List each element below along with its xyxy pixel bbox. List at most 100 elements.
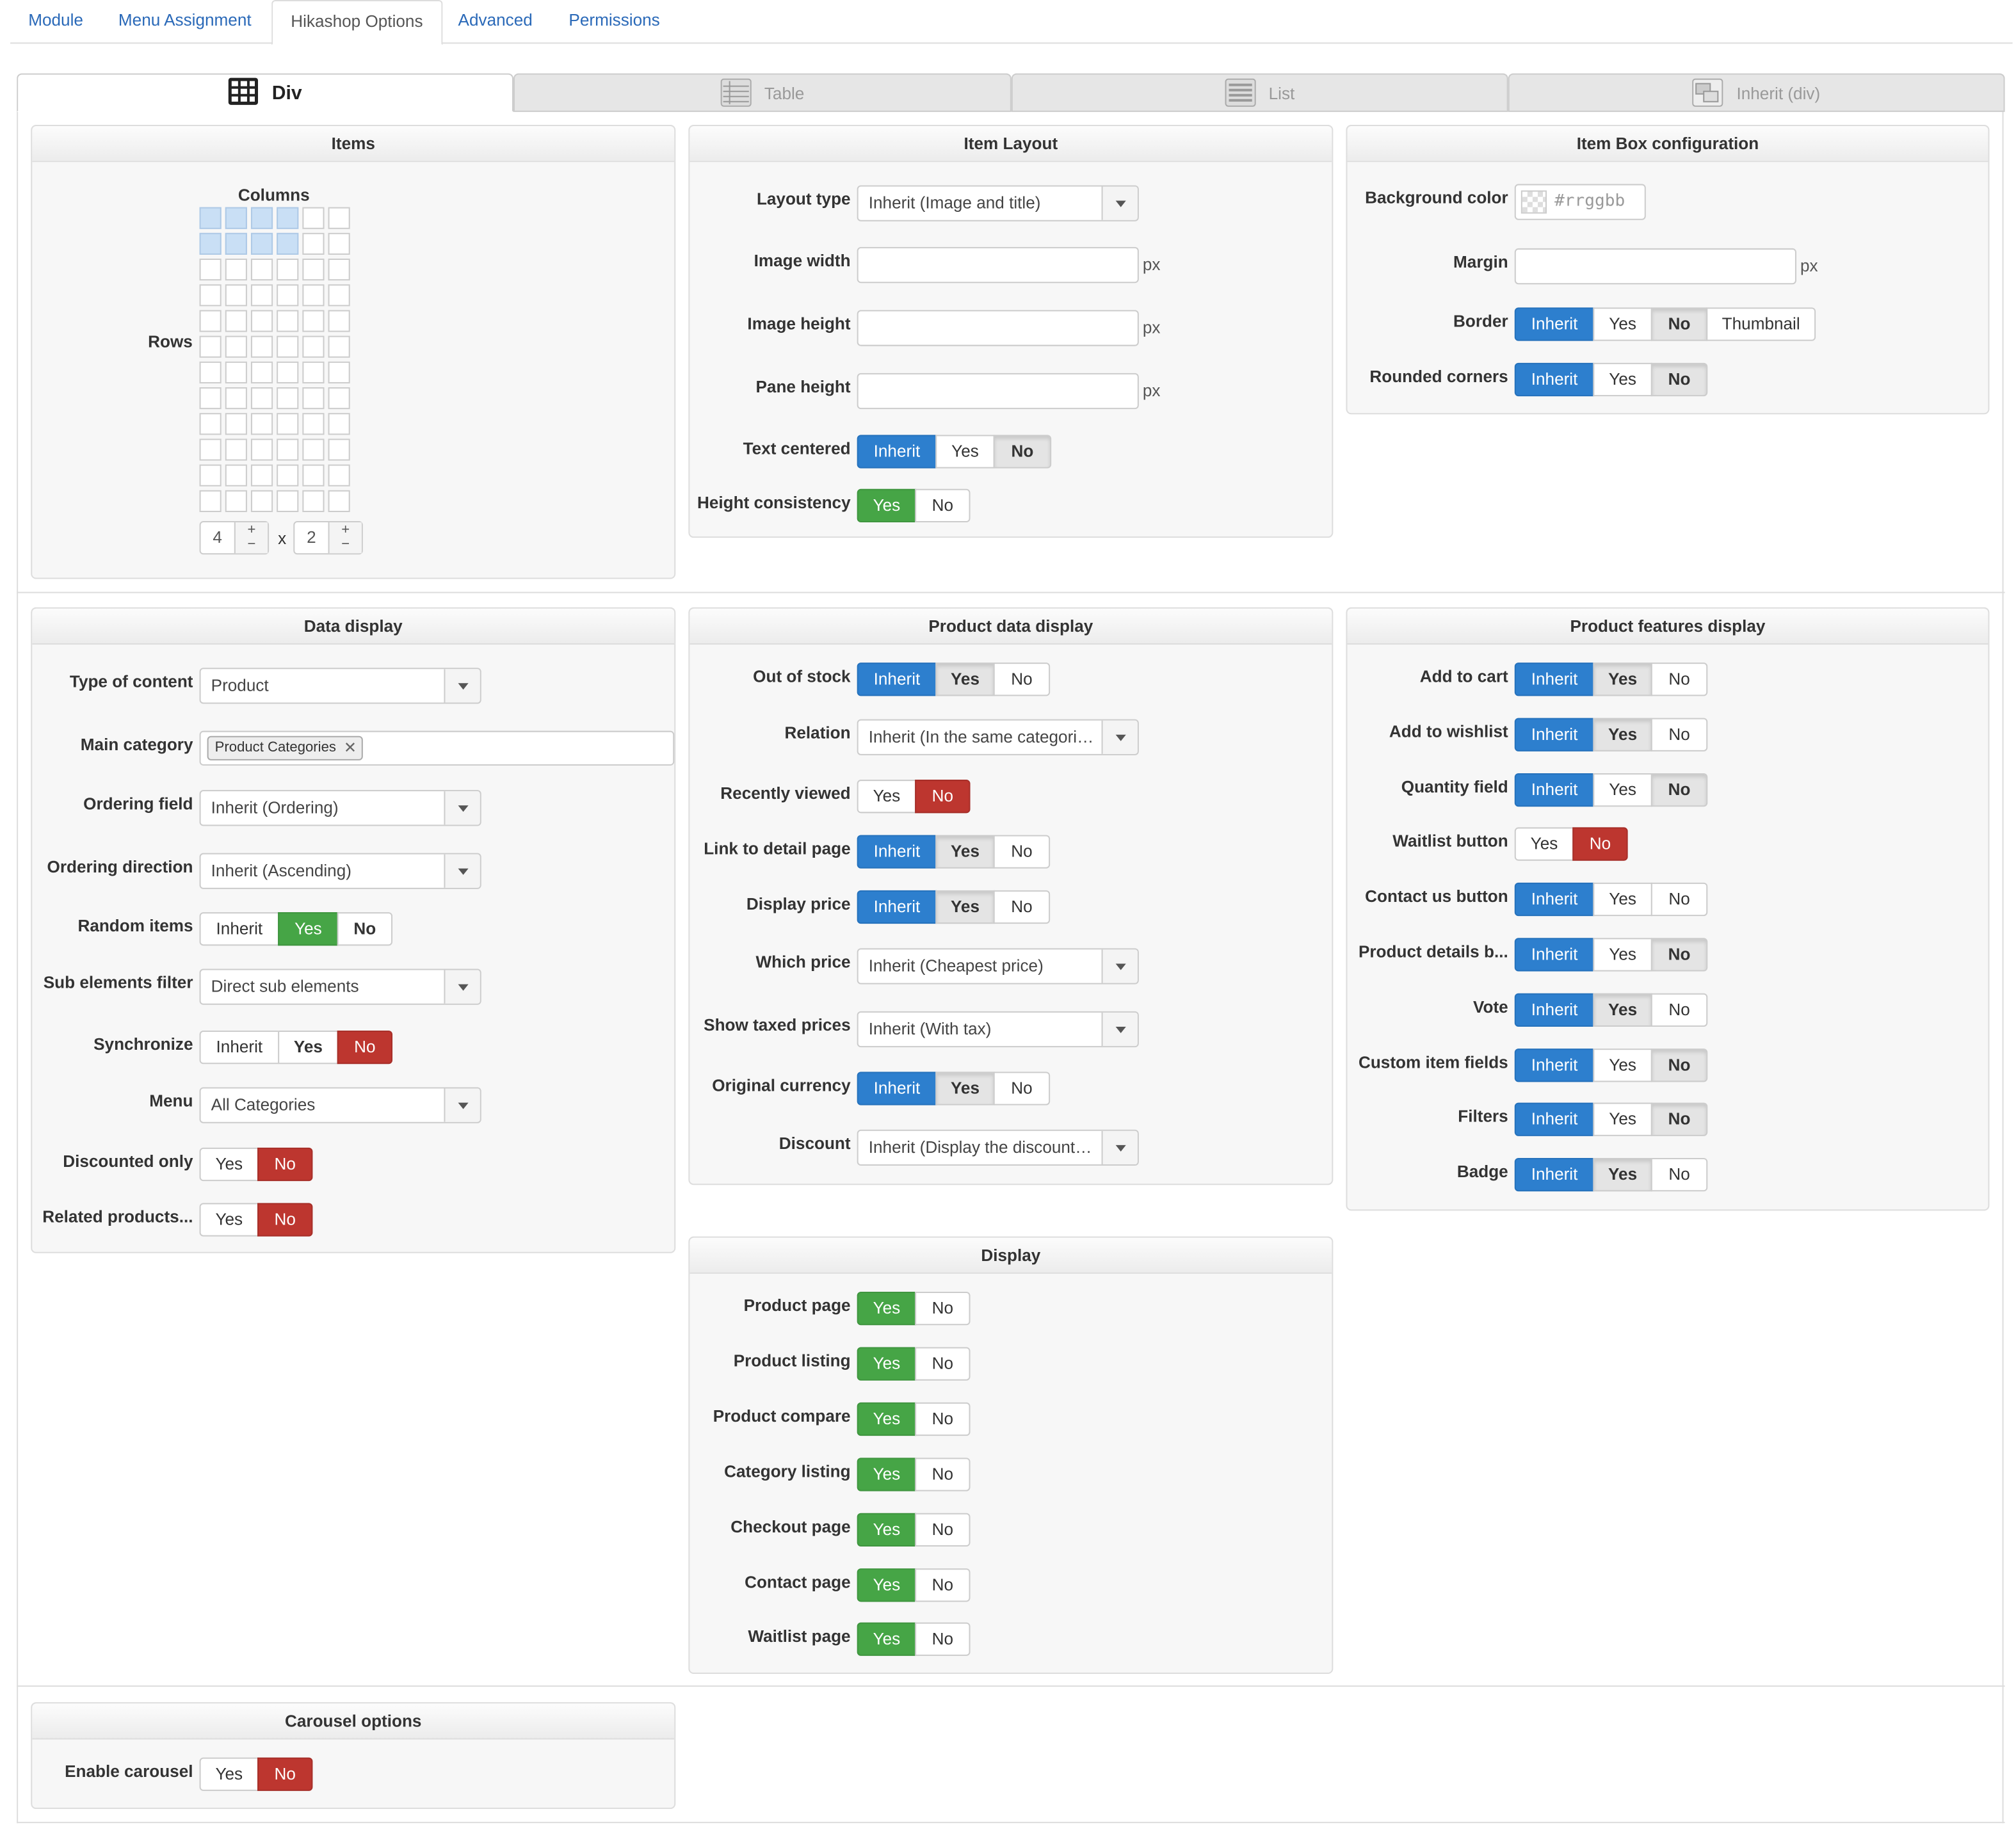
grid-cell[interactable] [277, 490, 299, 512]
grid-cell[interactable] [277, 284, 299, 307]
no-option[interactable]: No [993, 1072, 1051, 1105]
layout-tab-div[interactable]: Div [17, 73, 513, 112]
grid-cell[interactable] [199, 207, 222, 229]
yes-option[interactable]: Yes [857, 488, 917, 523]
no-option[interactable]: No [1650, 1158, 1708, 1192]
grid-cell[interactable] [225, 490, 247, 512]
image-width-input[interactable] [857, 246, 1139, 284]
yes-option[interactable]: Yes [857, 1513, 917, 1547]
sub-elements-filter-select[interactable]: Direct sub elements [199, 968, 481, 1005]
minus-icon[interactable]: − [247, 536, 255, 552]
grid-cell[interactable] [250, 413, 273, 435]
no-option[interactable]: No [1650, 938, 1708, 972]
grid-cell[interactable] [302, 413, 325, 435]
grid-cell[interactable] [328, 284, 350, 307]
grid-cell[interactable] [277, 361, 299, 383]
no-option[interactable]: No [915, 1568, 971, 1602]
yes-option[interactable]: Yes [857, 1458, 917, 1491]
inherit-option[interactable]: Inherit [1514, 718, 1595, 751]
layout-tab-inherit[interactable]: Inherit (div) [1508, 73, 2005, 112]
no-option[interactable]: No [915, 1347, 971, 1381]
tab-module[interactable]: Module [10, 0, 101, 44]
grid-cell[interactable] [199, 490, 222, 512]
tab-hikashop-options[interactable]: Hikashop Options [271, 0, 442, 45]
yes-option[interactable]: Yes [1593, 1049, 1652, 1082]
grid-cell[interactable] [328, 335, 350, 358]
no-option[interactable]: No [993, 890, 1051, 924]
grid-cell[interactable] [277, 259, 299, 281]
no-option[interactable]: No [915, 488, 971, 523]
inherit-option[interactable]: Inherit [1514, 1102, 1595, 1136]
grid-cell[interactable] [199, 259, 222, 281]
grid-cell[interactable] [302, 387, 325, 410]
grid-cell[interactable] [302, 438, 325, 461]
yes-option[interactable]: Yes [1593, 1102, 1652, 1136]
grid-cell[interactable] [302, 232, 325, 255]
ordering-direction-select[interactable]: Inherit (Ascending) [199, 853, 481, 889]
grid-cell[interactable] [250, 259, 273, 281]
grid-cell[interactable] [250, 284, 273, 307]
inherit-option[interactable]: Inherit [1514, 773, 1595, 807]
grid-cell[interactable] [328, 310, 350, 332]
yes-option[interactable]: Yes [857, 1568, 917, 1602]
grid-cell[interactable] [277, 413, 299, 435]
grid-cell[interactable] [225, 413, 247, 435]
grid-cell[interactable] [250, 361, 273, 383]
yes-option[interactable]: Yes [1593, 773, 1652, 807]
type-of-content-select[interactable]: Product [199, 668, 481, 704]
yes-option[interactable]: Yes [935, 835, 995, 869]
grid-cell[interactable] [302, 310, 325, 332]
inherit-option[interactable]: Inherit [1514, 882, 1595, 917]
yes-option[interactable]: Yes [1593, 307, 1652, 341]
plus-icon[interactable]: + [341, 522, 350, 538]
grid-cell[interactable] [250, 310, 273, 332]
grid-cell[interactable] [328, 259, 350, 281]
image-height-input[interactable] [857, 310, 1139, 346]
grid-cell[interactable] [302, 284, 325, 307]
grid-cell[interactable] [302, 490, 325, 512]
grid-cell[interactable] [199, 387, 222, 410]
no-option[interactable]: No [257, 1203, 313, 1237]
main-category-input[interactable]: Product Categories ✕ [199, 730, 675, 766]
yes-option[interactable]: Yes [1593, 938, 1652, 972]
grid-cell[interactable] [328, 438, 350, 461]
grid-cell[interactable] [328, 490, 350, 512]
no-option[interactable]: No [257, 1147, 313, 1182]
inherit-option[interactable]: Inherit [1514, 993, 1595, 1027]
ordering-field-select[interactable]: Inherit (Ordering) [199, 790, 481, 826]
yes-option[interactable]: Yes [935, 435, 995, 469]
plus-icon[interactable]: + [247, 522, 255, 538]
no-option[interactable]: No [915, 1292, 971, 1326]
grid-cell[interactable] [225, 464, 247, 486]
tab-advanced[interactable]: Advanced [440, 0, 551, 44]
thumbnail-option[interactable]: Thumbnail [1706, 307, 1816, 341]
grid-cell[interactable] [302, 207, 325, 229]
grid-cell[interactable] [250, 438, 273, 461]
grid-cell[interactable] [302, 335, 325, 358]
grid-cell[interactable] [250, 490, 273, 512]
no-option[interactable]: No [337, 1031, 393, 1065]
columns-stepper[interactable]: 4 + − [199, 521, 270, 555]
yes-option[interactable]: Yes [199, 1757, 259, 1791]
yes-option[interactable]: Yes [1593, 1158, 1652, 1192]
rows-plus-minus[interactable]: + − [328, 522, 362, 554]
yes-option[interactable]: Yes [1514, 827, 1574, 861]
relation-select[interactable]: Inherit (In the same categories) [857, 719, 1139, 755]
yes-option[interactable]: Yes [1593, 993, 1652, 1027]
yes-option[interactable]: Yes [857, 1347, 917, 1381]
pane-height-input[interactable] [857, 373, 1139, 410]
yes-option[interactable]: Yes [857, 1292, 917, 1326]
no-option[interactable]: No [993, 435, 1052, 469]
layout-tab-table[interactable]: Table [513, 73, 1012, 112]
yes-option[interactable]: Yes [1593, 362, 1652, 397]
tab-menu-assignment[interactable]: Menu Assignment [101, 0, 270, 44]
yes-option[interactable]: Yes [199, 1147, 259, 1182]
category-tag[interactable]: Product Categories ✕ [207, 735, 364, 760]
no-option[interactable]: No [1650, 1049, 1708, 1082]
grid-cell[interactable] [199, 232, 222, 255]
no-option[interactable]: No [257, 1757, 313, 1791]
layout-tab-list[interactable]: List [1011, 73, 1508, 112]
grid-cell[interactable] [302, 464, 325, 486]
grid-cell[interactable] [250, 335, 273, 358]
yes-option[interactable]: Yes [1593, 718, 1652, 751]
